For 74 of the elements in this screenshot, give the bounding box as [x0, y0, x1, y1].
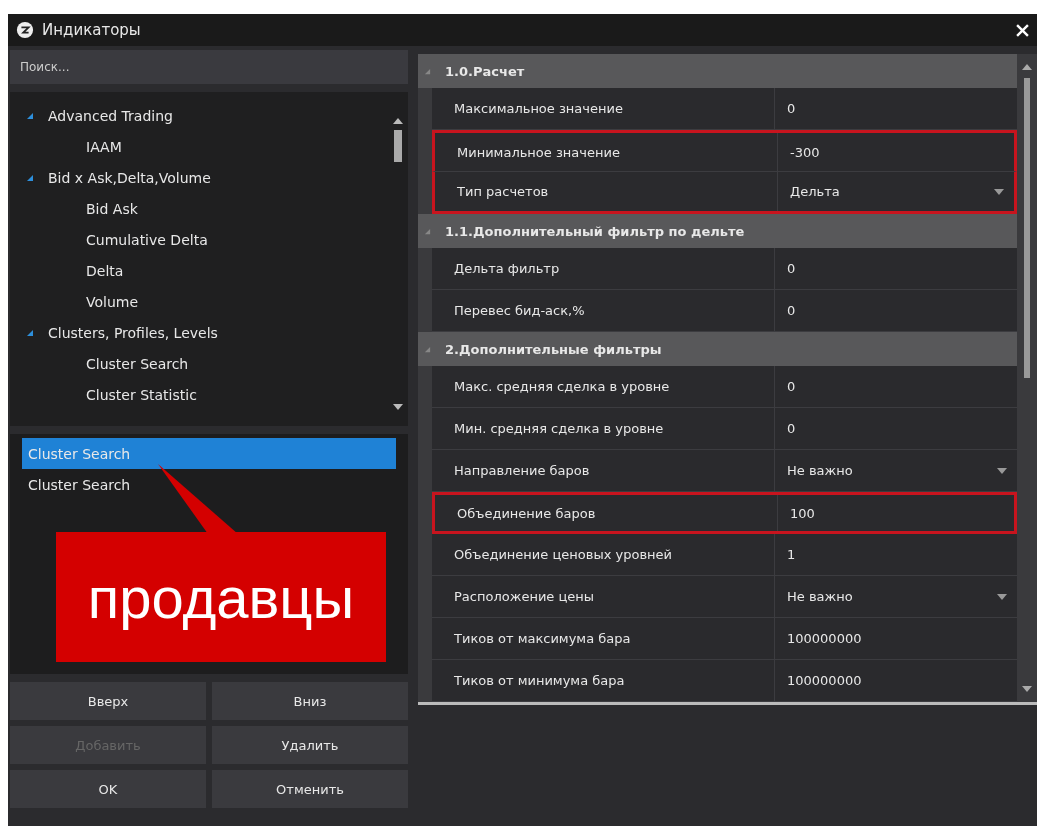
property-row[interactable]: Макс. средняя сделка в уровне 0	[432, 366, 1017, 408]
dialog-button[interactable]: Вниз	[212, 682, 408, 720]
property-label: Объединение баров	[456, 505, 597, 521]
dialog-button[interactable]: Отменить	[212, 770, 408, 808]
dialog-button[interactable]: OK	[10, 770, 206, 808]
property-row[interactable]: Объединение баров 100	[432, 492, 1017, 534]
property-label: Направление баров	[453, 463, 591, 478]
property-label: Тиков от минимума бара	[453, 673, 626, 688]
property-row[interactable]: Направление баров Не важно	[432, 450, 1017, 492]
search-field[interactable]: Поиск...	[10, 50, 408, 84]
property-value[interactable]: 0	[774, 366, 1017, 407]
scrollbar-thumb[interactable]	[394, 130, 402, 162]
property-value[interactable]: 0	[774, 290, 1017, 331]
expand-triangle-icon[interactable]	[26, 328, 34, 337]
dropdown-caret-icon[interactable]	[997, 593, 1007, 600]
app-logo-icon	[16, 21, 34, 39]
property-label: Минимальное значение	[456, 144, 621, 160]
list-item[interactable]: Cluster Search	[22, 469, 396, 500]
tree-item[interactable]: Cluster Statistic	[24, 379, 388, 410]
property-value[interactable]: 0	[774, 408, 1017, 449]
section-header[interactable]: 2.Дополнительные фильтры	[418, 332, 1017, 366]
scroll-up-icon[interactable]	[1022, 64, 1032, 70]
property-row[interactable]: Тиков от максимума бара 100000000	[432, 618, 1017, 660]
property-label: Максимальное значение	[453, 101, 624, 116]
property-row[interactable]: Максимальное значение 0	[432, 88, 1017, 130]
dialog-button[interactable]: Удалить	[212, 726, 408, 764]
scroll-up-icon[interactable]	[393, 118, 403, 124]
property-row[interactable]: Расположение цены Не важно	[432, 576, 1017, 618]
property-row[interactable]: Перевес бид-аск,% 0	[432, 290, 1017, 332]
dropdown-caret-icon[interactable]	[997, 467, 1007, 474]
dropdown-caret-icon[interactable]	[994, 188, 1004, 195]
section-header[interactable]: 1.1.Дополнительный фильтр по дельте	[418, 214, 1017, 248]
expand-triangle-icon[interactable]	[26, 111, 34, 120]
tree-item[interactable]: Cumulative Delta	[24, 224, 388, 255]
dropdown-field[interactable]: Не важно	[774, 576, 1017, 617]
scroll-down-icon[interactable]	[393, 404, 403, 410]
window-title: Индикаторы	[42, 21, 142, 39]
property-label: Объединение ценовых уровней	[453, 547, 673, 562]
property-label: Дельта фильтр	[453, 261, 561, 276]
property-value[interactable]: 0	[774, 88, 1017, 129]
tree-item[interactable]: Clusters, Profiles, Levels	[24, 317, 388, 348]
property-value[interactable]: 100	[777, 495, 1014, 531]
dialog-button[interactable]: Вверх	[10, 682, 206, 720]
tree-item[interactable]: Advanced Trading	[24, 100, 388, 131]
property-value[interactable]: 100000000	[774, 618, 1017, 659]
property-label: Мин. средняя сделка в уровне	[453, 421, 665, 436]
property-row[interactable]: Тип расчетов Дельта	[432, 172, 1017, 214]
expand-triangle-icon[interactable]	[26, 173, 34, 182]
property-label: Тиков от максимума бара	[453, 631, 632, 646]
tree-item[interactable]: Bid x Ask,Delta,Volume	[24, 162, 388, 193]
property-row[interactable]: Дельта фильтр 0	[432, 248, 1017, 290]
tree-item[interactable]: Delta	[24, 255, 388, 286]
property-row[interactable]: Тиков от минимума бара 100000000	[432, 660, 1017, 702]
property-row[interactable]: Минимальное значение -300	[432, 130, 1017, 172]
dropdown-field[interactable]: Не важно	[774, 450, 1017, 491]
dropdown-field[interactable]: Дельта	[777, 172, 1014, 211]
property-value[interactable]: -300	[777, 133, 1014, 171]
property-value[interactable]: 100000000	[774, 660, 1017, 701]
property-row[interactable]: Мин. средняя сделка в уровне 0	[432, 408, 1017, 450]
property-value[interactable]: 0	[774, 248, 1017, 289]
close-icon[interactable]	[1016, 23, 1029, 37]
tree-item[interactable]: Volume	[24, 286, 388, 317]
property-label: Тип расчетов	[456, 184, 550, 199]
property-label: Макс. средняя сделка в уровне	[453, 379, 671, 394]
tree-item[interactable]: IAAM	[24, 131, 388, 162]
tree-item[interactable]: Bid Ask	[24, 193, 388, 224]
scroll-down-icon[interactable]	[1022, 686, 1032, 692]
scrollbar-thumb[interactable]	[1024, 78, 1030, 378]
property-label: Расположение цены	[453, 589, 596, 604]
property-label: Перевес бид-аск,%	[453, 303, 586, 318]
tree-item[interactable]: Cluster Search	[24, 348, 388, 379]
property-value[interactable]: 1	[774, 534, 1017, 575]
property-row[interactable]: Объединение ценовых уровней 1	[432, 534, 1017, 576]
section-header[interactable]: 1.0.Расчет	[418, 54, 1017, 88]
